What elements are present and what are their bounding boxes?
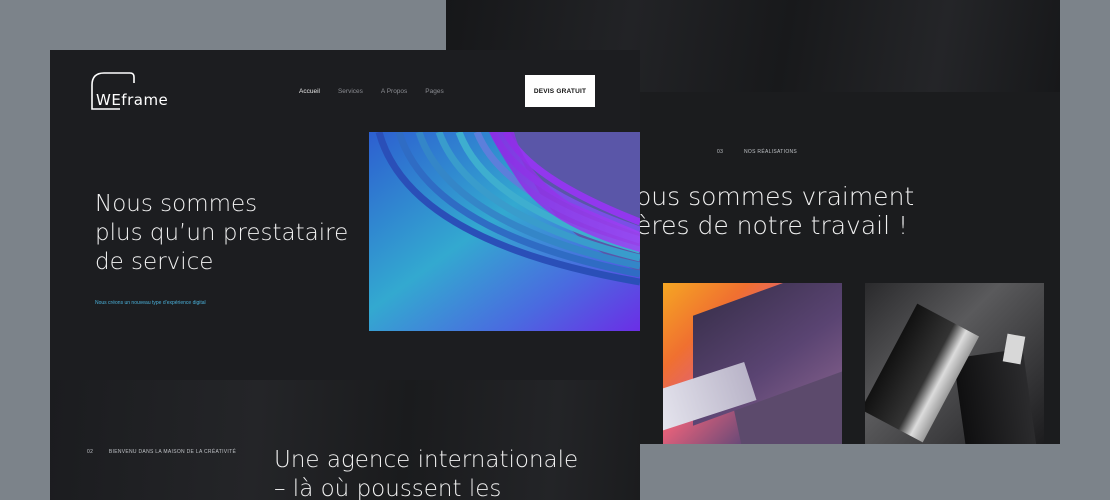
projects-section-number: 03 <box>717 149 724 155</box>
hero-title-line2: plus qu’un prestataire <box>95 220 349 246</box>
hero-title-line3: de service <box>95 249 214 275</box>
hero-title: Nous sommes plus qu’un prestataire de se… <box>95 190 365 277</box>
nav-item-pages[interactable]: Pages <box>425 88 443 95</box>
projects-heading-line2: ères de notre travail ! <box>636 211 909 240</box>
hero-title-line1: Nous sommes <box>95 191 258 217</box>
hero-subtitle: Nous créons un nouveau type d’expérience… <box>95 300 206 306</box>
project-card-1[interactable] <box>663 283 842 444</box>
weframe-logo[interactable]: WEframe <box>90 71 188 113</box>
nav-item-accueil[interactable]: Accueil <box>299 88 320 95</box>
main-nav: Accueil Services A Propos Pages <box>299 88 462 95</box>
hero-image <box>369 132 640 331</box>
welcome-title: Une agence internationale – là où pousse… <box>274 446 614 500</box>
nav-item-a-propos[interactable]: A Propos <box>381 88 407 95</box>
abstract-curves-image <box>369 132 640 331</box>
welcome-section-number: 02 <box>87 449 94 455</box>
projects-heading-line1: ous sommes vraiment <box>636 182 915 211</box>
welcome-eyebrow: 02 BIENVENU DANS LA MAISON DE LA CRÉATIV… <box>87 449 236 455</box>
free-quote-button[interactable]: DEVIS GRATUIT <box>525 75 595 107</box>
abstract-shape <box>953 348 1037 444</box>
projects-section-label: NOS RÉALISATIONS <box>744 149 798 155</box>
welcome-title-line1: Une agence internationale <box>274 447 579 473</box>
projects-heading: ous sommes vraiment ères de notre travai… <box>636 182 996 240</box>
welcome-title-line2: – là où poussent les <box>274 476 502 500</box>
welcome-section: 02 BIENVENU DANS LA MAISON DE LA CRÉATIV… <box>50 380 640 500</box>
project-card-2[interactable] <box>865 283 1044 444</box>
welcome-section-label: BIENVENU DANS LA MAISON DE LA CRÉATIVITÉ <box>108 449 237 455</box>
homepage-panel: WEframe Accueil Services A Propos Pages … <box>50 50 640 500</box>
nav-item-services[interactable]: Services <box>338 88 363 95</box>
logo-wordmark: WEframe <box>96 91 168 109</box>
